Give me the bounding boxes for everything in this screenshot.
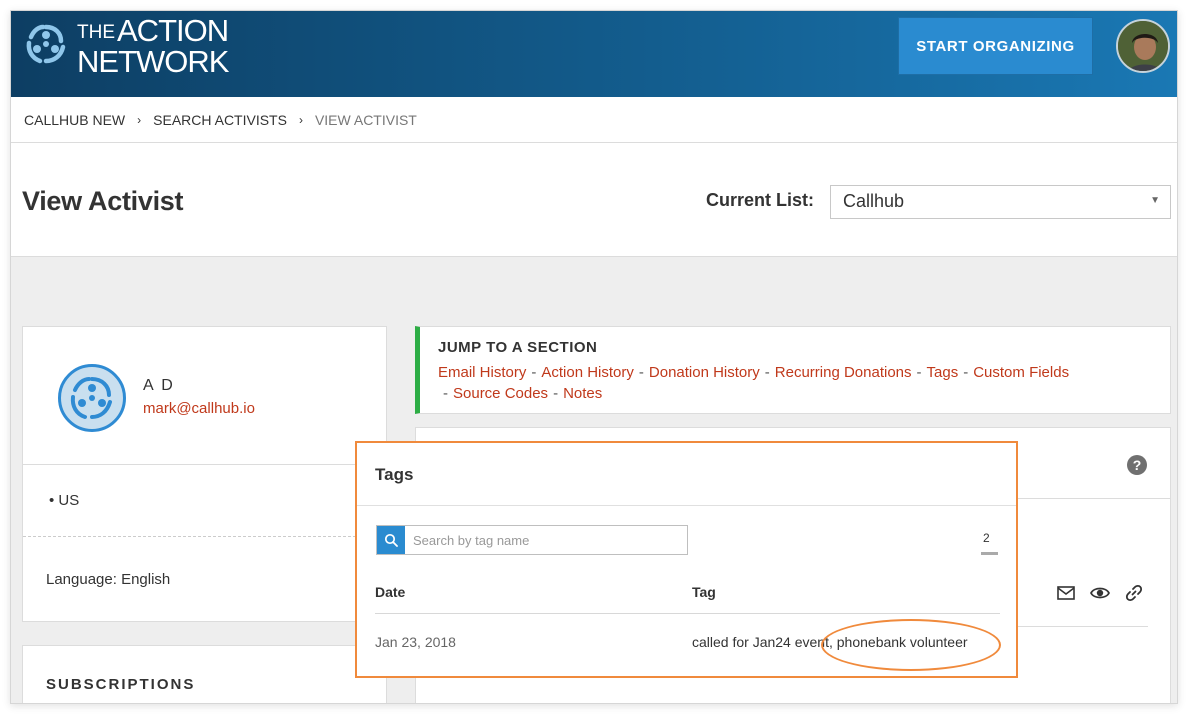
page-title: View Activist (22, 186, 184, 216)
logo-the: THE (77, 22, 115, 43)
activist-name: A D (143, 377, 175, 394)
activist-language: Language: English (46, 571, 171, 588)
breadcrumb-separator: › (137, 112, 142, 127)
subscriptions-title: SUBSCRIPTIONS (46, 676, 196, 693)
activist-email[interactable]: mark@callhub.io (143, 400, 255, 417)
logo-network: NETWORK (77, 44, 229, 79)
logo-icon[interactable] (21, 19, 71, 69)
column-header-tag[interactable]: Tag (692, 584, 716, 600)
logo-action: ACTION (117, 13, 229, 48)
tags-count: 2 (983, 531, 990, 545)
jump-link-action-history[interactable]: Action History (541, 364, 634, 381)
help-icon[interactable]: ? (1127, 455, 1147, 475)
app-window: THEACTION NETWORK START ORGANIZING CALLH… (10, 10, 1178, 704)
jump-link-recurring-donations[interactable]: Recurring Donations (775, 364, 912, 381)
start-organizing-button[interactable]: START ORGANIZING (898, 17, 1093, 75)
eye-icon[interactable] (1090, 583, 1110, 603)
activist-country: • US (49, 492, 80, 509)
jump-link-source-codes[interactable]: Source Codes (453, 385, 548, 402)
chevron-down-icon: ▼ (1150, 195, 1160, 206)
subscriptions-card: SUBSCRIPTIONS (22, 645, 387, 703)
user-avatar[interactable] (1116, 19, 1170, 73)
profile-card: A D mark@callhub.io • US Language: Engli… (22, 326, 387, 622)
breadcrumb-separator: › (298, 112, 303, 127)
jump-link-email-history[interactable]: Email History (438, 364, 526, 381)
jump-links: Email History - Action History - Donation Hi… (438, 362, 1128, 404)
jump-dash: - (916, 364, 922, 381)
tag-search (376, 525, 688, 555)
activist-country-section: • US (23, 465, 386, 537)
activist-avatar (58, 364, 126, 432)
link-icon[interactable] (1124, 583, 1144, 603)
jump-link-notes[interactable]: Notes (563, 385, 602, 402)
jump-link-tags[interactable]: Tags (927, 364, 959, 381)
jump-dash: - (764, 364, 770, 381)
envelope-icon[interactable] (1056, 583, 1076, 603)
jump-dash: - (531, 364, 537, 381)
breadcrumb-callhub-new[interactable]: CALLHUB NEW (24, 112, 125, 128)
jump-dash: - (963, 364, 969, 381)
jump-dash: - (553, 385, 559, 402)
tag-search-input[interactable] (413, 526, 683, 554)
breadcrumb-search-activists[interactable]: SEARCH ACTIVISTS (153, 112, 287, 128)
tags-count-underline (981, 552, 998, 555)
column-header-date[interactable]: Date (375, 584, 405, 600)
current-list-value: Callhub (843, 191, 905, 211)
highlight-annotation (821, 619, 1001, 671)
jump-link-donation-history[interactable]: Donation History (649, 364, 760, 381)
current-list-select[interactable]: Callhub ▼ (830, 185, 1171, 219)
jump-dash: - (443, 385, 448, 402)
tags-title: Tags (375, 465, 414, 484)
breadcrumb-view-activist: VIEW ACTIVIST (314, 111, 417, 128)
tag-row-date: Jan 23, 2018 (375, 634, 456, 650)
divider (357, 505, 1016, 506)
page-header: View Activist Current List: Callhub ▼ (11, 143, 1177, 257)
current-list-label: Current List: (706, 190, 814, 210)
row-actions (1056, 583, 1144, 603)
search-icon[interactable] (377, 526, 405, 554)
top-header: THEACTION NETWORK START ORGANIZING (11, 11, 1177, 97)
jump-title: JUMP TO A SECTION (438, 339, 598, 356)
profile-summary: A D mark@callhub.io (23, 327, 386, 465)
divider (375, 613, 1000, 614)
jump-dash: - (638, 364, 644, 381)
logo-wordmark[interactable]: THEACTION NETWORK (77, 13, 229, 79)
breadcrumb: CALLHUB NEW › SEARCH ACTIVISTS › VIEW AC… (11, 97, 1177, 143)
jump-link-custom-fields[interactable]: Custom Fields (973, 364, 1069, 381)
tags-popup: Tags 2 Date Tag Jan 23, 2018 called for … (355, 441, 1018, 678)
jump-to-section: JUMP TO A SECTION Email History - Action H… (415, 326, 1171, 414)
